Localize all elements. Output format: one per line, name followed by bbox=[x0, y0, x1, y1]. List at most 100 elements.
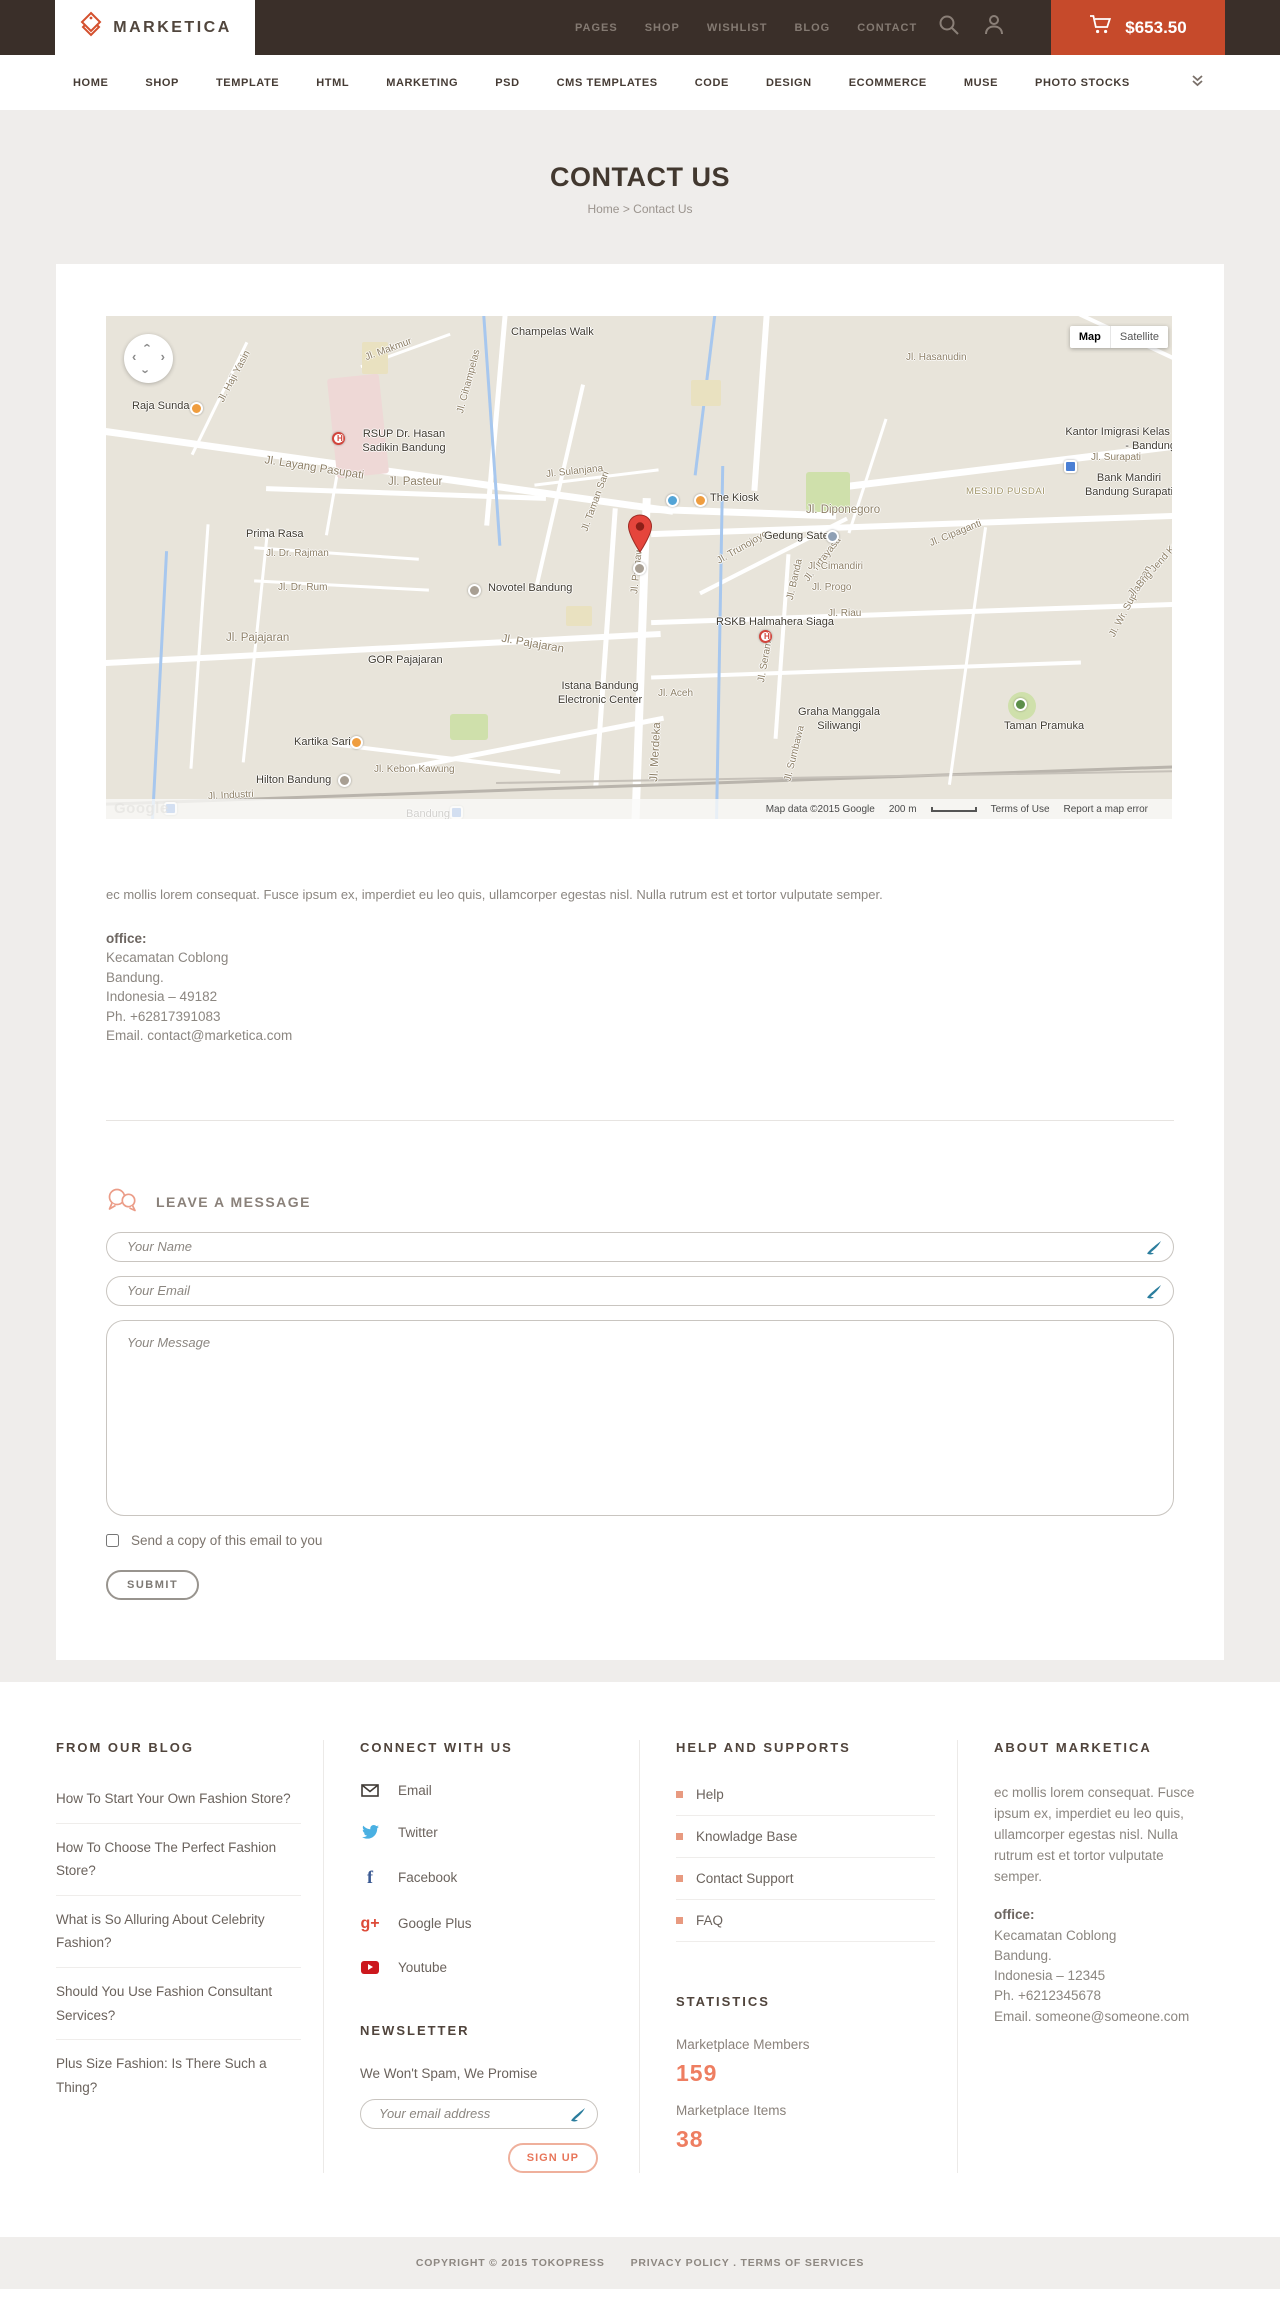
menu-item[interactable]: ECOMMERCE bbox=[849, 77, 927, 89]
help-column-title: HELP AND SUPPORTS bbox=[676, 1739, 851, 1755]
brand-logo[interactable]: MARKETICA bbox=[55, 0, 255, 55]
help-link[interactable]: Knowladge Base bbox=[696, 1829, 797, 1844]
google-plus-icon: g+ bbox=[360, 1914, 380, 1932]
map-label bbox=[759, 630, 772, 643]
help-link[interactable]: Help bbox=[696, 1787, 724, 1802]
social-link-youtube[interactable]: Youtube bbox=[360, 1960, 617, 1975]
help-item: FAQ bbox=[676, 1900, 935, 1942]
social-label: Google Plus bbox=[398, 1916, 472, 1932]
header-nav-link[interactable]: CONTACT bbox=[857, 22, 917, 34]
account-icon[interactable] bbox=[984, 14, 1004, 41]
office-lines: Kecamatan Coblong Bandung. Indonesia – 491… bbox=[106, 948, 1174, 1046]
social-link-twitter[interactable]: Twitter bbox=[360, 1825, 617, 1840]
submit-button[interactable]: SUBMIT bbox=[106, 1569, 200, 1600]
map-label bbox=[666, 494, 679, 507]
map-pan-control[interactable]: ‹ › › › bbox=[124, 334, 173, 383]
map-label: Novotel Bandung bbox=[488, 582, 573, 594]
header-nav-link[interactable]: WISHLIST bbox=[707, 22, 768, 34]
newsletter-email-input[interactable] bbox=[360, 2098, 598, 2129]
map-label: Kantor Imigrasi Kelas I - Bandung bbox=[1065, 426, 1172, 452]
blog-link[interactable]: How To Choose The Perfect Fashion Store? bbox=[56, 1824, 301, 1896]
pan-up-icon[interactable]: › bbox=[139, 343, 154, 347]
report-map-error-link[interactable]: Report a map error bbox=[1064, 804, 1148, 815]
help-link[interactable]: Contact Support bbox=[696, 1871, 794, 1886]
map-shape bbox=[751, 316, 771, 491]
breadcrumb-separator: > bbox=[622, 202, 630, 216]
google-map[interactable]: Jl. Haji Yasin Jl. Makmur Jl. Layang Pasup… bbox=[106, 316, 1172, 819]
statistics-block: STATISTICS Marketplace Members 159 Marke… bbox=[676, 1994, 935, 2153]
bottom-links[interactable]: PRIVACY POLICY . TERMS OF SERVICES bbox=[631, 2257, 865, 2269]
terms-of-use-link[interactable]: Terms of Use bbox=[991, 804, 1050, 815]
menu-item[interactable]: DESIGN bbox=[766, 77, 812, 89]
map-label: Jl. Progo bbox=[812, 582, 852, 593]
map-label: Istana Bandung Electronic Center bbox=[557, 680, 643, 706]
office-label: office: bbox=[994, 1907, 1035, 1923]
footer-blog-column: FROM OUR BLOG How To Start Your Own Fash… bbox=[56, 1739, 324, 2173]
map-data-attribution: Map data ©2015 Google bbox=[765, 803, 875, 815]
pan-down-icon[interactable]: › bbox=[139, 369, 154, 373]
send-copy-checkbox[interactable] bbox=[106, 1533, 119, 1547]
map-label: Jl. Dr. Rum bbox=[278, 582, 328, 593]
footer-help-column: HELP AND SUPPORTS Help Knowladge Base Co… bbox=[640, 1739, 958, 2173]
blog-link[interactable]: Plus Size Fashion: Is There Such a Thing… bbox=[56, 2040, 301, 2111]
email-field-wrap bbox=[106, 1275, 1174, 1306]
cart-button[interactable]: $653.50 bbox=[1051, 0, 1225, 55]
blog-link[interactable]: Should You Use Fashion Consultant Servic… bbox=[56, 1968, 301, 2041]
message-textarea[interactable] bbox=[106, 1319, 1174, 1516]
map-label: Jl. Hasanudin bbox=[906, 352, 967, 363]
signup-button[interactable]: SIGN UP bbox=[507, 2142, 598, 2173]
pan-right-icon[interactable]: › bbox=[161, 349, 165, 364]
map-type-control: Map Satellite bbox=[1069, 326, 1168, 348]
map-label: Jl. Tirtayasa bbox=[801, 535, 844, 584]
about-text: ec mollis lorem consequat. Fusce ipsum e… bbox=[994, 1784, 1195, 1884]
main-menu: HOME SHOP TEMPLATE HTML MARKETING PSD CMS TEMP… bbox=[0, 55, 1280, 110]
blog-link[interactable]: How To Start Your Own Fashion Store? bbox=[56, 1783, 301, 1824]
map-type-satellite-button[interactable]: Satellite bbox=[1110, 326, 1168, 348]
menu-item[interactable]: PHOTO STOCKS bbox=[1035, 77, 1130, 89]
header-nav: PAGES SHOP WISHLIST BLOG CONTACT bbox=[575, 0, 917, 55]
menu-item[interactable]: HTML bbox=[316, 77, 349, 89]
breadcrumb-home-link[interactable]: Home bbox=[587, 202, 619, 216]
menu-item[interactable]: CMS TEMPLATES bbox=[557, 77, 658, 89]
map-label: Jl. Haji Yasin bbox=[216, 348, 253, 405]
title-band: CONTACT US Home > Contact Us bbox=[0, 110, 1280, 264]
menu-item[interactable]: HOME bbox=[73, 77, 108, 89]
cart-icon bbox=[1089, 14, 1113, 41]
name-input[interactable] bbox=[106, 1231, 1174, 1262]
map-shape bbox=[189, 524, 210, 769]
menu-item[interactable]: MUSE bbox=[964, 77, 998, 89]
header-nav-link[interactable]: BLOG bbox=[794, 22, 830, 34]
menu-expand-chevron-icon[interactable] bbox=[1191, 74, 1204, 92]
social-link-email[interactable]: Email bbox=[360, 1783, 617, 1798]
menu-item[interactable]: MARKETING bbox=[386, 77, 458, 89]
menu-item[interactable]: CODE bbox=[695, 77, 729, 89]
email-input[interactable] bbox=[106, 1275, 1174, 1306]
map-label: The Kiosk bbox=[710, 492, 759, 504]
help-link[interactable]: FAQ bbox=[696, 1913, 723, 1928]
footer-about-column: ABOUT MARKETICA ec mollis lorem consequa… bbox=[958, 1740, 1224, 2173]
header-nav-link[interactable]: PAGES bbox=[575, 22, 618, 34]
map-label bbox=[468, 584, 481, 597]
map-label: MESJID PUSDAI bbox=[966, 486, 1046, 497]
social-link-google-plus[interactable]: g+ Google Plus bbox=[360, 1915, 617, 1933]
menu-item[interactable]: SHOP bbox=[145, 77, 179, 89]
map-shape bbox=[326, 373, 390, 479]
map-marker-pin[interactable] bbox=[627, 514, 653, 559]
contact-intro-text: ec mollis lorem consequat. Fusce ipsum e… bbox=[106, 887, 883, 902]
map-label: Gedung Sate bbox=[764, 530, 829, 542]
map-label bbox=[826, 530, 839, 543]
map-label: Taman Pramuka bbox=[1004, 720, 1085, 732]
map-label: Champelas Walk bbox=[511, 326, 594, 338]
header-nav-link[interactable]: SHOP bbox=[645, 22, 680, 34]
blog-link[interactable]: What is So Alluring About Celebrity Fash… bbox=[56, 1896, 301, 1968]
bottom-bar: COPYRIGHT © 2015 TOKOPRESS PRIVACY POLIC… bbox=[0, 2236, 1280, 2289]
pan-left-icon[interactable]: ‹ bbox=[132, 349, 136, 364]
menu-item[interactable]: TEMPLATE bbox=[216, 77, 279, 89]
social-link-facebook[interactable]: f Facebook bbox=[360, 1867, 617, 1888]
newsletter-block: NEWSLETTER We Won't Spam, We Promise SIG… bbox=[360, 2023, 617, 2173]
content-card: Jl. Haji Yasin Jl. Makmur Jl. Layang Pasup… bbox=[56, 264, 1224, 1660]
menu-item[interactable]: PSD bbox=[495, 77, 519, 89]
map-type-map-button[interactable]: Map bbox=[1069, 326, 1111, 348]
map-label: Kartika Sari bbox=[294, 736, 351, 748]
search-icon[interactable] bbox=[938, 14, 960, 41]
